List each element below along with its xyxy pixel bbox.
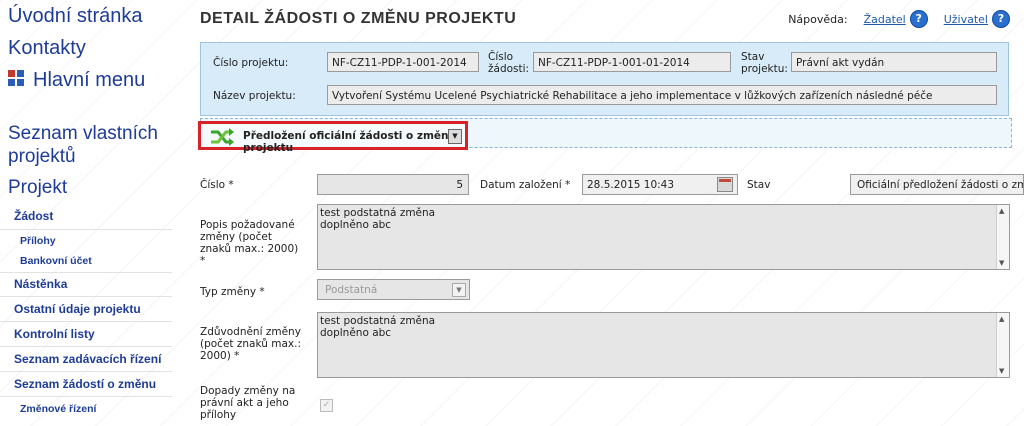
sidebar-item-zadosti-o-zmenu[interactable]: Seznam žádostí o změnu xyxy=(14,377,156,391)
help-link-zadatel[interactable]: Žadatel xyxy=(864,13,906,26)
help-icon[interactable]: ? xyxy=(909,10,928,28)
project-name-field: Vytvoření Systému Ucelené Psychiatrické … xyxy=(327,85,997,105)
number-label: Číslo * xyxy=(200,179,234,191)
sidebar-link-own-projects[interactable]: Seznam vlastních projektů xyxy=(8,122,178,168)
justification-textarea[interactable]: test podstatná změna doplněno abc ▲ ▼ xyxy=(317,312,1010,378)
justification-text: test podstatná změna doplněno abc xyxy=(320,315,436,339)
description-textarea[interactable]: test podstatná změna doplněno abc ▲ ▼ xyxy=(317,204,1010,270)
sidebar-item-zadost[interactable]: Žádost xyxy=(14,209,53,223)
dropdown-arrow-icon[interactable]: ▼ xyxy=(448,129,462,144)
page-title: DETAIL ŽÁDOSTI O ZMĚNU PROJEKTU xyxy=(200,10,517,27)
main-content: DETAIL ŽÁDOSTI O ZMĚNU PROJEKTU Nápověda… xyxy=(186,0,1024,426)
shuffle-icon xyxy=(211,128,234,146)
sidebar-item-nastenka[interactable]: Nástěnka xyxy=(14,277,67,291)
request-number-field: NF-CZ11-PDP-1-001-01-2014 xyxy=(533,52,731,72)
description-label: Popis požadované změny (počet znaků max.… xyxy=(200,219,299,267)
justification-label: Zdůvodnění změny (počet znaků max.: 2000… xyxy=(200,326,301,362)
sidebar-item-prilohy[interactable]: Přílohy xyxy=(20,235,56,247)
number-field: 5 xyxy=(317,174,469,195)
project-name-label: Název projektu: xyxy=(213,90,296,102)
created-date-label: Datum založení * xyxy=(480,179,571,191)
request-number-label: Číslo žádosti: xyxy=(488,51,530,75)
sidebar-link-main-menu[interactable]: Hlavní menu xyxy=(33,68,145,92)
scrollbar[interactable]: ▲ ▼ xyxy=(996,205,1009,269)
sidebar-item-zadavaci-rizeni[interactable]: Seznam zadávacích řízení xyxy=(14,352,161,366)
impact-checkbox[interactable]: ✓ xyxy=(320,399,333,412)
state-label: Stav xyxy=(747,179,771,191)
divider xyxy=(0,229,172,230)
help-icon[interactable]: ? xyxy=(992,10,1010,28)
description-text: test podstatná změna doplněno abc xyxy=(320,207,436,231)
scrollbar[interactable]: ▲ ▼ xyxy=(996,313,1009,377)
sidebar-link-contacts[interactable]: Kontakty xyxy=(8,36,86,60)
divider xyxy=(0,346,172,347)
help-label: Nápověda: xyxy=(788,12,848,26)
project-number-label: Číslo projektu: xyxy=(213,57,289,69)
chevron-down-icon[interactable]: ▼ xyxy=(452,283,466,297)
sidebar: Úvodní stránka Kontakty Hlavní menu Sezn… xyxy=(0,0,185,426)
sidebar-item-kontrolni-listy[interactable]: Kontrolní listy xyxy=(14,327,95,341)
divider xyxy=(0,396,172,397)
sidebar-item-bankovni-ucet[interactable]: Bankovní účet xyxy=(20,255,92,267)
project-info-panel: Číslo projektu: NF-CZ11-PDP-1-001-2014 Č… xyxy=(200,42,1009,116)
divider xyxy=(0,321,172,322)
help-bar: Nápověda: Žadatel ? Uživatel ? xyxy=(788,10,1010,28)
divider xyxy=(0,371,172,372)
change-type-label: Typ změny * xyxy=(200,286,265,298)
help-link-uzivatel[interactable]: Uživatel xyxy=(944,13,988,26)
sidebar-item-ostatni-udaje[interactable]: Ostatní údaje projektu xyxy=(14,302,141,316)
sidebar-item-zmenove-rizeni[interactable]: Změnové řízení xyxy=(20,403,96,415)
submit-change-request-button[interactable]: Předložení oficiální žádosti o změnu pro… xyxy=(198,121,468,154)
sidebar-section-project[interactable]: Projekt xyxy=(8,176,67,199)
sidebar-link-home[interactable]: Úvodní stránka xyxy=(8,4,143,28)
change-type-select[interactable]: Podstatná ▼ xyxy=(317,279,470,300)
action-label: Předložení oficiální žádosti o změnu pro… xyxy=(243,130,456,154)
calendar-icon[interactable] xyxy=(717,177,733,192)
project-state-label: Stav projektu: xyxy=(741,51,788,75)
project-number-field: NF-CZ11-PDP-1-001-2014 xyxy=(327,52,479,72)
created-date-field: 28.5.2015 10:43 xyxy=(582,174,738,195)
state-field: Oficiální předložení žádosti o zm xyxy=(850,174,1024,195)
impact-label: Dopady změny na právní akt a jeho příloh… xyxy=(200,385,296,421)
divider xyxy=(0,296,172,297)
project-state-field: Právní akt vydán xyxy=(791,52,997,72)
divider xyxy=(0,272,172,273)
grid-menu-icon xyxy=(8,70,25,87)
